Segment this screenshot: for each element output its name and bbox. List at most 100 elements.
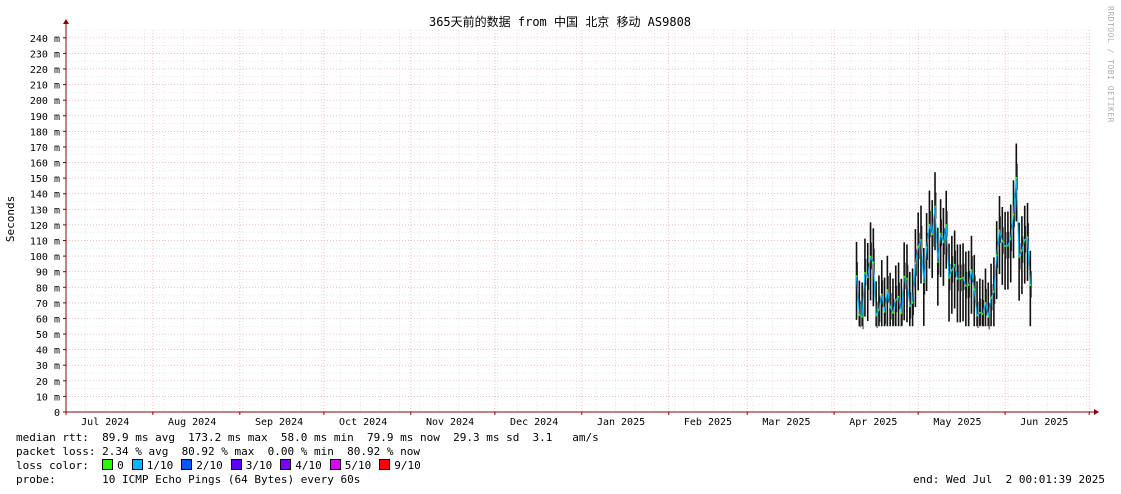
y-tick-label: 40 m — [36, 346, 60, 357]
y-tick-label: 110 m — [30, 236, 60, 247]
median-point — [1023, 239, 1026, 241]
chart-grid — [65, 29, 1092, 412]
median-point — [987, 315, 990, 318]
legend-label: 1/10 — [146, 459, 174, 472]
median-point — [973, 288, 976, 291]
median-point — [956, 277, 959, 280]
y-tick-label: 80 m — [36, 283, 60, 294]
median-point — [942, 241, 945, 244]
median-point — [866, 276, 869, 279]
median-point — [967, 284, 970, 286]
legend-swatch — [102, 459, 114, 470]
median-point — [984, 301, 987, 304]
legend-label: 5/10 — [344, 459, 372, 472]
packet-loss-stats: packet loss: 2.34 % avg 80.92 % max 0.00… — [16, 445, 420, 458]
median-point — [880, 293, 883, 296]
median-rtt-stats: median rtt: 89.9 ms avg 173.2 ms max 58.… — [16, 431, 599, 444]
median-point — [903, 275, 906, 278]
median-point — [936, 261, 939, 263]
median-point — [894, 298, 897, 301]
y-tick-label: 150 m — [30, 174, 60, 185]
median-point — [1015, 176, 1018, 179]
x-tick-label: Aug 2024 — [168, 417, 216, 428]
y-tick-label: 90 m — [36, 268, 60, 279]
median-point — [953, 263, 956, 266]
y-tick-label: 160 m — [30, 159, 60, 170]
median-point — [925, 246, 928, 249]
x-tick-label: Sep 2024 — [255, 417, 303, 428]
legend-swatch — [329, 459, 341, 470]
x-axis-arrow — [1094, 409, 1099, 415]
y-axis-label: Seconds — [4, 196, 17, 242]
median-point — [1029, 284, 1032, 286]
y-tick-label: 170 m — [30, 143, 60, 154]
x-tick-label: Feb 2025 — [684, 417, 732, 428]
median-point — [998, 229, 1001, 232]
legend-item: 0 — [102, 459, 124, 472]
legend-item: 5/10 — [329, 459, 372, 472]
legend-item: 3/10 — [230, 459, 272, 472]
median-point — [886, 289, 889, 291]
y-tick-label: 120 m — [30, 221, 60, 232]
median-point — [950, 269, 953, 272]
y-tick-label: 20 m — [36, 377, 60, 388]
legend-swatch — [131, 459, 143, 470]
median-point — [897, 295, 900, 298]
y-axis-arrow — [63, 19, 69, 24]
median-point — [869, 255, 872, 258]
median-point — [911, 301, 914, 304]
median-point — [889, 306, 892, 308]
median-point — [906, 277, 908, 280]
legend-swatch — [230, 459, 242, 470]
median-point — [883, 311, 886, 313]
median-point — [934, 205, 936, 208]
latency-chart: 365天前的数据 from 中国 北京 移动 AS9808 Seconds 0 1… — [4, 14, 1099, 428]
legend-label: 9/10 — [394, 459, 421, 472]
y-tick-label: 190 m — [30, 112, 60, 123]
loss-color-legend: loss color: 0 1/10 2/10 3/10 4/10 5/10 9/10 — [16, 459, 429, 472]
legend-item: 1/10 — [131, 459, 174, 472]
y-tick-label: 10 m — [36, 392, 60, 403]
median-point — [978, 311, 981, 314]
median-point — [1018, 256, 1021, 258]
legend-label: 4/10 — [295, 459, 322, 472]
y-tick-label: 130 m — [30, 205, 60, 216]
x-tick-label: Oct 2024 — [339, 417, 387, 428]
median-point — [948, 277, 950, 279]
y-tick-label: 180 m — [30, 127, 60, 138]
y-tick-label: 210 m — [30, 81, 60, 92]
median-point — [962, 276, 964, 279]
median-point — [892, 311, 894, 314]
median-point — [920, 238, 922, 241]
y-tick-label: 60 m — [36, 314, 60, 325]
legend-item: 4/10 — [280, 459, 322, 472]
median-point — [945, 224, 948, 226]
x-tick-label: Dec 2024 — [510, 417, 558, 428]
median-point — [1021, 249, 1023, 252]
y-axis-ticks: 0 10 m 20 m 30 m 40 m 50 m 60 m 70 m 80 m 90 m 100… — [30, 34, 60, 419]
legend-swatch — [379, 459, 391, 470]
median-point — [1001, 240, 1004, 243]
median-point — [878, 308, 880, 311]
y-tick-label: 100 m — [30, 252, 60, 263]
y-tick-label: 50 m — [36, 330, 60, 341]
x-tick-label: Nov 2024 — [426, 417, 474, 428]
median-point — [861, 315, 864, 318]
median-point — [1004, 245, 1006, 248]
y-tick-label: 140 m — [30, 190, 60, 201]
median-point — [939, 232, 942, 235]
median-point — [931, 233, 934, 236]
median-point — [964, 284, 967, 287]
median-point — [1026, 236, 1029, 239]
median-point — [990, 297, 992, 299]
median-point — [1007, 244, 1009, 247]
median-point — [900, 312, 903, 315]
median-point — [908, 305, 911, 308]
legend-swatch — [181, 459, 193, 470]
median-point — [928, 223, 931, 226]
x-axis-ticks: Jul 2024 Aug 2024 Sep 2024 Oct 2024 Nov 2024… — [81, 417, 1068, 428]
legend-label: 0 — [117, 459, 124, 472]
median-point — [875, 314, 878, 317]
x-tick-label: Apr 2025 — [849, 417, 897, 428]
y-tick-label: 220 m — [30, 65, 60, 76]
